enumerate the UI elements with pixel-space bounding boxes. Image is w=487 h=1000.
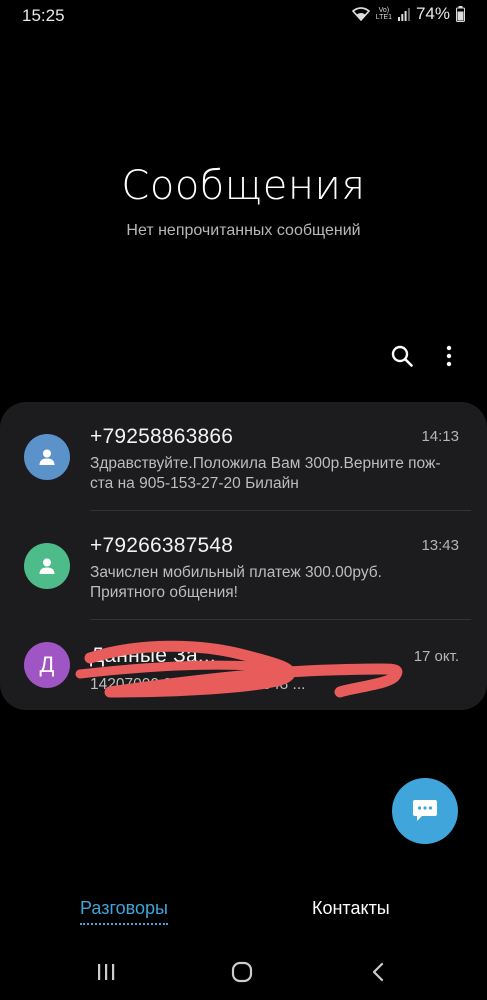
conversation-item[interactable]: +79266387548 13:43 Зачислен мобильный пл… xyxy=(0,511,487,619)
conversation-sender: +79258863866 xyxy=(90,425,234,448)
conversation-sender: +79266387548 xyxy=(90,534,234,557)
home-button[interactable] xyxy=(226,956,258,988)
avatar xyxy=(24,434,70,480)
conversation-time: 13:43 xyxy=(421,537,459,554)
conversation-time: 14:13 xyxy=(421,428,459,445)
status-icons: Vo) LTE1 74% xyxy=(351,4,465,24)
status-bar: 15:25 Vo) LTE1 74% xyxy=(0,0,487,30)
avatar-letter: Д xyxy=(39,652,55,677)
tab-conversations[interactable]: Разговоры xyxy=(80,898,168,925)
messages-screen: 15:25 Vo) LTE1 74% Сообщения Нет непрочи… xyxy=(0,0,487,1000)
more-options-button[interactable] xyxy=(435,342,463,370)
conversation-preview: Зачислен мобильный платеж 300.00руб. При… xyxy=(90,564,382,601)
conversation-time: 17 окт. xyxy=(413,648,459,665)
avatar xyxy=(24,543,70,589)
signal-icon xyxy=(397,8,410,21)
person-icon xyxy=(39,449,55,465)
back-icon xyxy=(372,962,384,982)
back-button[interactable] xyxy=(362,956,394,988)
search-icon xyxy=(391,345,413,367)
compose-message-icon xyxy=(413,800,437,821)
battery-level: 74% xyxy=(415,4,450,23)
conversation-preview: Здравствуйте.Положила Вам 300р.Верните п… xyxy=(90,455,441,492)
page-title: Сообщения xyxy=(121,163,366,209)
conversation-item[interactable]: +79258863866 14:13 Здравствуйте.Положила… xyxy=(0,402,487,510)
conversation-list: +79258863866 14:13 Здравствуйте.Положила… xyxy=(0,402,487,710)
tab-contacts[interactable]: Контакты xyxy=(312,898,390,919)
search-button[interactable] xyxy=(388,342,416,370)
wifi-icon xyxy=(351,7,370,21)
conversation-item[interactable]: Д Данные За... 17 окт. 14207000 08... 80… xyxy=(0,620,487,710)
redaction-scribble xyxy=(75,640,403,698)
network-type-label: Vo) LTE1 xyxy=(375,7,392,21)
battery-icon xyxy=(456,6,465,22)
avatar: Д xyxy=(24,642,70,688)
status-time: 15:25 xyxy=(22,6,65,25)
recents-button[interactable] xyxy=(90,956,122,988)
home-icon xyxy=(231,961,253,983)
recents-icon xyxy=(98,964,115,980)
person-icon xyxy=(39,558,55,574)
more-vert-icon xyxy=(446,345,452,367)
unread-status: Нет непрочитанных сообщений xyxy=(126,222,361,239)
compose-button[interactable] xyxy=(392,778,458,844)
